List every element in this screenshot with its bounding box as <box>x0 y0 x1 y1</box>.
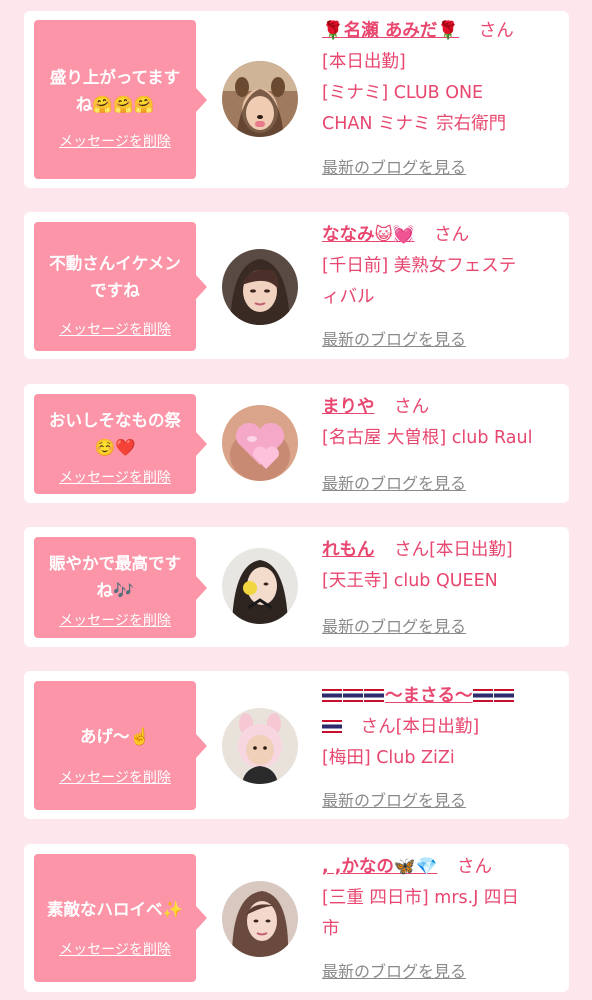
avatar-pink-hearts-icon <box>222 405 298 481</box>
delete-message-link[interactable]: メッセージを削除 <box>34 939 196 959</box>
sender-name-link[interactable]: ななみ😺💓 <box>322 225 415 245</box>
latest-blog-link[interactable]: 最新のブログを見る <box>322 787 466 811</box>
attendance-tag: [本日出勤] <box>322 52 406 72</box>
sender-info: ななみ😺💓 さん [千日前] 美熟女フェステ ィバル <box>322 220 562 313</box>
shop-info: [千日前] 美熟女フェステ ィバル <box>322 256 517 307</box>
shop-info: [三重 四日市] mrs.J 四日 市 <box>322 888 519 939</box>
message-text: 盛り上がってます ね🤗🤗🤗 <box>49 68 181 114</box>
avatar[interactable] <box>222 61 298 137</box>
shop-info: [梅田] Club ZiZi <box>322 748 455 768</box>
latest-blog-link[interactable]: 最新のブログを見る <box>322 958 466 982</box>
message-bubble: 賑やかで最高です ね🎶 メッセージを削除 <box>34 537 207 638</box>
avatar-woman-dog-filter-icon <box>222 61 298 137</box>
avatar[interactable] <box>222 881 298 957</box>
thailand-flag-icon <box>364 689 384 702</box>
shop-info: [ミナミ] CLUB ONE CHAN ミナミ 宗右衛門 <box>322 83 507 134</box>
message-bubble: あげ〜☝️ メッセージを削除 <box>34 681 207 810</box>
message-text: 不動さんイケメン ですね <box>49 254 181 300</box>
message-bubble: 盛り上がってます ね🤗🤗🤗 メッセージを削除 <box>34 20 207 179</box>
delete-message-link[interactable]: メッセージを削除 <box>34 467 196 487</box>
message-card: おいしそなもの祭 ☺️❤️ メッセージを削除 まりや さん [名古屋 大曽根] … <box>24 384 569 503</box>
avatar[interactable] <box>222 708 298 784</box>
sender-name-link[interactable]: 🌹名瀬 あみだ🌹 <box>322 21 459 41</box>
message-bubble: 不動さんイケメン ですね メッセージを削除 <box>34 222 207 351</box>
attendance-tag: [本日出勤] <box>429 540 513 560</box>
avatar-woman-portrait-icon <box>222 249 298 325</box>
message-bubble: 素敵なハロイベ✨ メッセージを削除 <box>34 854 207 982</box>
shop-info: [天王寺] club QUEEN <box>322 571 498 591</box>
sender-name-link[interactable]: 〜まさる〜 <box>322 686 515 706</box>
message-text: 素敵なハロイベ✨ <box>46 900 184 919</box>
delete-message-link[interactable]: メッセージを削除 <box>34 610 196 630</box>
message-card: 不動さんイケメン ですね メッセージを削除 ななみ😺💓 さん [千日前] 美熟女… <box>24 212 569 359</box>
latest-blog-link[interactable]: 最新のブログを見る <box>322 613 466 637</box>
message-card: 盛り上がってます ね🤗🤗🤗 メッセージを削除 🌹名瀬 あみだ🌹 さん [本日出勤… <box>24 11 569 188</box>
message-card: あげ〜☝️ メッセージを削除 〜まさる〜 さん[本日出勤] [梅田] Club … <box>24 671 569 819</box>
avatar-woman-lemon-icon <box>222 548 298 624</box>
shop-info: [名古屋 大曽根] club Raul <box>322 428 533 448</box>
sender-info: まりや さん [名古屋 大曽根] club Raul <box>322 392 562 454</box>
honorific: さん <box>478 21 514 41</box>
avatar-woman-long-hair-icon <box>222 881 298 957</box>
thailand-flag-icon <box>493 689 514 702</box>
honorific: さん <box>434 225 470 245</box>
sender-name-link[interactable]: れもん <box>322 540 375 560</box>
latest-blog-link[interactable]: 最新のブログを見る <box>322 326 466 350</box>
latest-blog-link[interactable]: 最新のブログを見る <box>322 470 466 494</box>
sender-info: , ,かなの🦋💎 さん [三重 四日市] mrs.J 四日 市 <box>322 852 562 945</box>
avatar[interactable] <box>222 405 298 481</box>
message-text: おいしそなもの祭 ☺️❤️ <box>49 411 181 457</box>
sender-info: 🌹名瀬 あみだ🌹 さん [本日出勤] [ミナミ] CLUB ONE CHAN ミ… <box>322 16 562 140</box>
thailand-flag-icon <box>322 689 342 702</box>
latest-blog-link[interactable]: 最新のブログを見る <box>322 154 466 178</box>
honorific: さん <box>394 397 430 417</box>
thailand-flag-icon <box>343 689 363 702</box>
sender-info: 〜まさる〜 さん[本日出勤] [梅田] Club ZiZi <box>322 681 562 774</box>
avatar[interactable] <box>222 249 298 325</box>
sender-info: れもん さん[本日出勤] [天王寺] club QUEEN <box>322 535 562 597</box>
delete-message-link[interactable]: メッセージを削除 <box>34 131 196 151</box>
sender-name-link[interactable]: まりや <box>322 397 375 417</box>
honorific: さん <box>394 540 430 560</box>
message-text: あげ〜☝️ <box>79 727 151 746</box>
sender-name-link[interactable]: , ,かなの🦋💎 <box>322 857 437 877</box>
honorific: さん <box>457 857 493 877</box>
thailand-flag-icon <box>472 689 493 702</box>
delete-message-link[interactable]: メッセージを削除 <box>34 319 196 339</box>
avatar-pig-hood-icon <box>222 708 298 784</box>
message-bubble: おいしそなもの祭 ☺️❤️ メッセージを削除 <box>34 394 207 494</box>
attendance-tag: [本日出勤] <box>395 717 480 737</box>
honorific: さん <box>360 717 396 737</box>
message-text: 賑やかで最高です ね🎶 <box>49 554 181 600</box>
message-card: 素敵なハロイベ✨ メッセージを削除 , ,かなの🦋💎 さん [三重 四日市] m… <box>24 844 569 992</box>
avatar[interactable] <box>222 548 298 624</box>
thailand-flag-icon <box>322 720 342 733</box>
delete-message-link[interactable]: メッセージを削除 <box>34 767 196 787</box>
message-card: 賑やかで最高です ね🎶 メッセージを削除 れもん さん[本日出勤] [天王寺] … <box>24 527 569 647</box>
